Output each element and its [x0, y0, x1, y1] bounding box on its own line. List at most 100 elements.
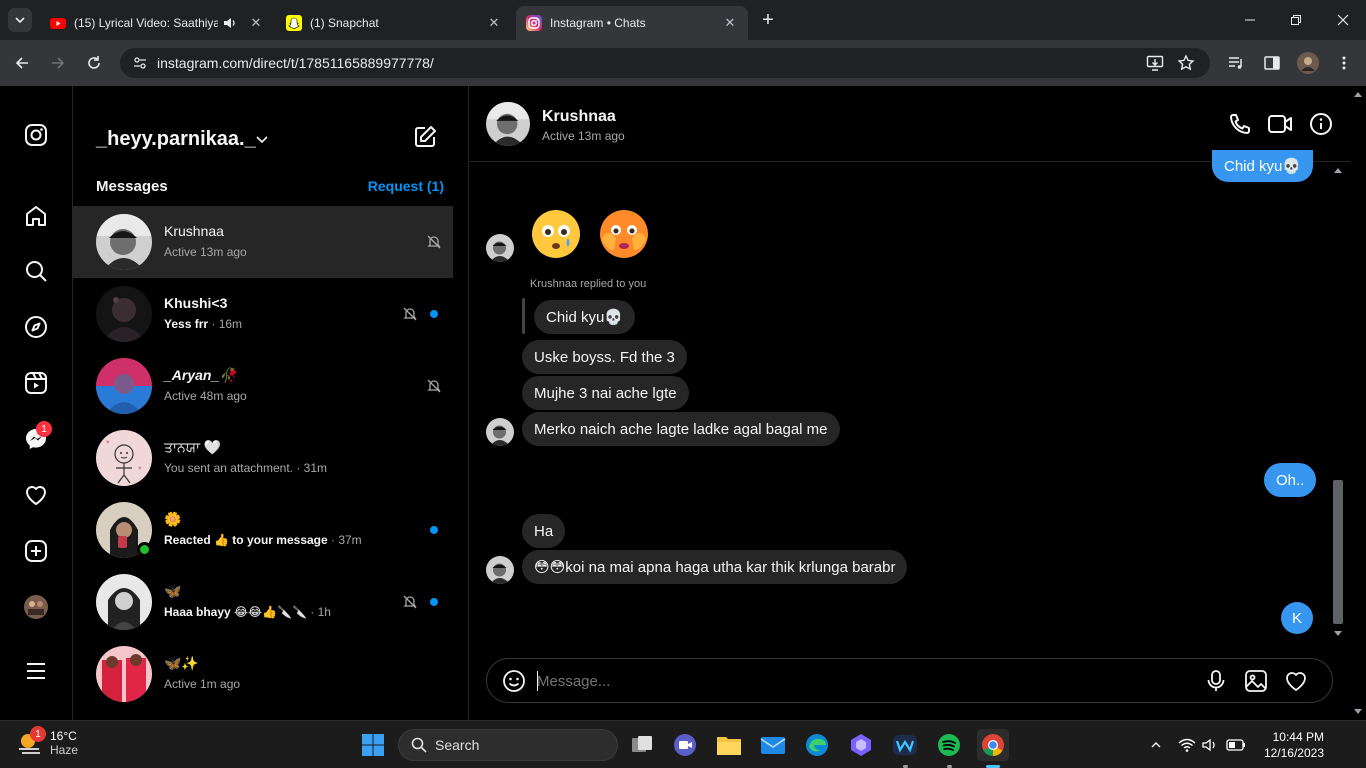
mail-button[interactable] [757, 729, 789, 761]
conversation-item[interactable]: Krushnaa Active 13m ago [73, 206, 453, 278]
chevron-up-icon [1151, 742, 1161, 748]
search-icon[interactable] [22, 257, 50, 285]
tab-snapchat[interactable]: (1) Snapchat ✕ [276, 6, 512, 40]
close-window-button[interactable] [1333, 10, 1353, 30]
folder-icon [717, 737, 741, 755]
face-holding-back-tears-emoji-icon[interactable] [598, 208, 650, 260]
speaker-icon[interactable] [222, 15, 238, 31]
image-upload-icon[interactable] [1244, 669, 1268, 693]
scroll-up-arrow-icon[interactable] [1354, 92, 1362, 97]
minimize-button[interactable] [1240, 10, 1260, 30]
new-message-icon[interactable] [413, 125, 437, 149]
profile-icon[interactable] [22, 593, 50, 621]
reload-button[interactable] [82, 51, 106, 75]
conversation-item[interactable]: 🌼 Reacted 👍 to your message · 37m [73, 494, 453, 566]
forward-button[interactable] [46, 51, 70, 75]
wifi-button[interactable] [1177, 735, 1197, 755]
taskbar-search[interactable]: Search [398, 729, 618, 761]
conversation-item[interactable]: ♥ ♥ ਤਾਨਯਾ 🤍 You sent an attachment. · 31m [73, 422, 453, 494]
install-app-icon[interactable] [1146, 54, 1164, 72]
chat-scrollbar[interactable] [1330, 162, 1346, 642]
emoji-picker-icon[interactable] [502, 669, 526, 693]
back-button[interactable] [10, 51, 34, 75]
message-bubble-incoming[interactable]: Mujhe 3 nai ache lgte [522, 376, 689, 410]
menu-icon[interactable] [22, 657, 50, 685]
message-bubble-incoming[interactable]: Uske boyss. Fd the 3 [522, 340, 687, 374]
teams-meet-button[interactable] [669, 729, 701, 761]
edge-button[interactable] [801, 729, 833, 761]
sender-avatar[interactable] [486, 556, 514, 584]
weather-condition: Haze [50, 743, 79, 757]
video-call-icon[interactable] [1268, 112, 1292, 136]
conversation-item[interactable]: Khushi<3 Yess frr · 16m [73, 278, 453, 350]
app-button[interactable] [845, 729, 877, 761]
address-bar[interactable]: instagram.com/direct/t/17851165889977778… [120, 48, 1210, 78]
media-controls-button[interactable] [1224, 51, 1248, 75]
battery-button[interactable] [1226, 735, 1246, 755]
meet-now-icon [674, 734, 696, 756]
create-icon[interactable] [22, 537, 50, 565]
system-clock[interactable]: 10:44 PM 12/16/2023 [1258, 729, 1324, 761]
requests-link[interactable]: Request (1) [368, 178, 444, 194]
account-username[interactable]: _heyy.parnikaa._ [96, 128, 256, 151]
webex-button[interactable] [889, 729, 921, 761]
sender-avatar[interactable] [486, 418, 514, 446]
conversation-preview: You sent an attachment. · 31m [164, 461, 327, 475]
windows-logo-icon [362, 734, 384, 756]
close-icon[interactable]: ✕ [248, 15, 264, 31]
message-bubble-incoming[interactable]: 😳😳koi na mai apna haga utha kar thik krl… [522, 550, 908, 584]
start-button[interactable] [357, 729, 389, 761]
page-scrollbar[interactable] [1350, 86, 1366, 720]
task-view-button[interactable] [626, 729, 658, 761]
scrollbar-thumb[interactable] [1333, 480, 1343, 624]
message-bubble-outgoing[interactable]: Chid kyu💀 [1212, 150, 1314, 182]
avatar: ♥ ♥ [96, 430, 152, 486]
explore-icon[interactable] [22, 313, 50, 341]
sender-avatar[interactable] [486, 234, 514, 262]
heart-icon[interactable] [22, 481, 50, 509]
quoted-message-bubble[interactable]: Chid kyu💀 [534, 300, 636, 334]
side-panel-button[interactable] [1260, 51, 1284, 75]
star-icon[interactable] [1177, 54, 1195, 72]
file-explorer-button[interactable] [713, 729, 745, 761]
info-icon[interactable] [1309, 112, 1333, 136]
weather-widget[interactable]: 16°C Haze [16, 729, 78, 757]
chrome-menu-button[interactable] [1332, 51, 1356, 75]
reels-icon[interactable] [22, 369, 50, 397]
volume-button[interactable] [1200, 735, 1220, 755]
avatar[interactable] [486, 102, 530, 146]
message-composer[interactable] [486, 658, 1333, 703]
flushed-face-emoji-icon[interactable] [530, 208, 582, 260]
chevron-down-icon[interactable] [255, 132, 269, 146]
message-input[interactable] [537, 667, 1177, 695]
message-bubble-incoming[interactable]: Merko naich ache lagte ladke agal bagal … [522, 412, 840, 446]
heart-icon[interactable] [1284, 669, 1308, 693]
media-queue-icon [1229, 57, 1242, 69]
instagram-logo-icon[interactable] [22, 121, 50, 149]
spotify-button[interactable] [933, 729, 965, 761]
conversation-item[interactable]: 🦋✨ Active 1m ago [73, 638, 453, 710]
tab-youtube[interactable]: (15) Lyrical Video: Saathiya ✕ [40, 6, 274, 40]
message-bubble-incoming[interactable]: Ha [522, 514, 566, 548]
tab-search-button[interactable] [8, 8, 32, 32]
restore-button[interactable] [1286, 10, 1306, 30]
chrome-button[interactable] [977, 729, 1009, 761]
home-icon[interactable] [22, 202, 50, 230]
close-icon[interactable]: ✕ [722, 15, 738, 31]
message-bubble-outgoing[interactable]: Oh.. [1264, 463, 1317, 497]
show-hidden-icons-button[interactable] [1146, 735, 1166, 755]
chat-contact-name[interactable]: Krushnaa [542, 108, 616, 126]
close-icon[interactable]: ✕ [486, 15, 502, 31]
scroll-down-arrow-icon[interactable] [1354, 709, 1362, 714]
speaker-icon [1202, 738, 1215, 752]
microphone-icon[interactable] [1204, 669, 1228, 693]
scroll-up-arrow-icon[interactable] [1334, 168, 1342, 173]
tab-instagram[interactable]: Instagram • Chats ✕ [516, 6, 748, 40]
site-settings-icon[interactable] [132, 55, 148, 71]
phone-icon[interactable] [1228, 112, 1252, 136]
conversation-item[interactable]: 🦋 Haaa bhayy 😂😂👍🔪🔪 · 1h [73, 566, 453, 638]
new-tab-button[interactable]: + [758, 9, 778, 31]
conversation-item[interactable]: _Aryan_🥀 Active 48m ago [73, 350, 453, 422]
scroll-down-arrow-icon[interactable] [1334, 631, 1342, 636]
profile-button[interactable] [1296, 51, 1320, 75]
